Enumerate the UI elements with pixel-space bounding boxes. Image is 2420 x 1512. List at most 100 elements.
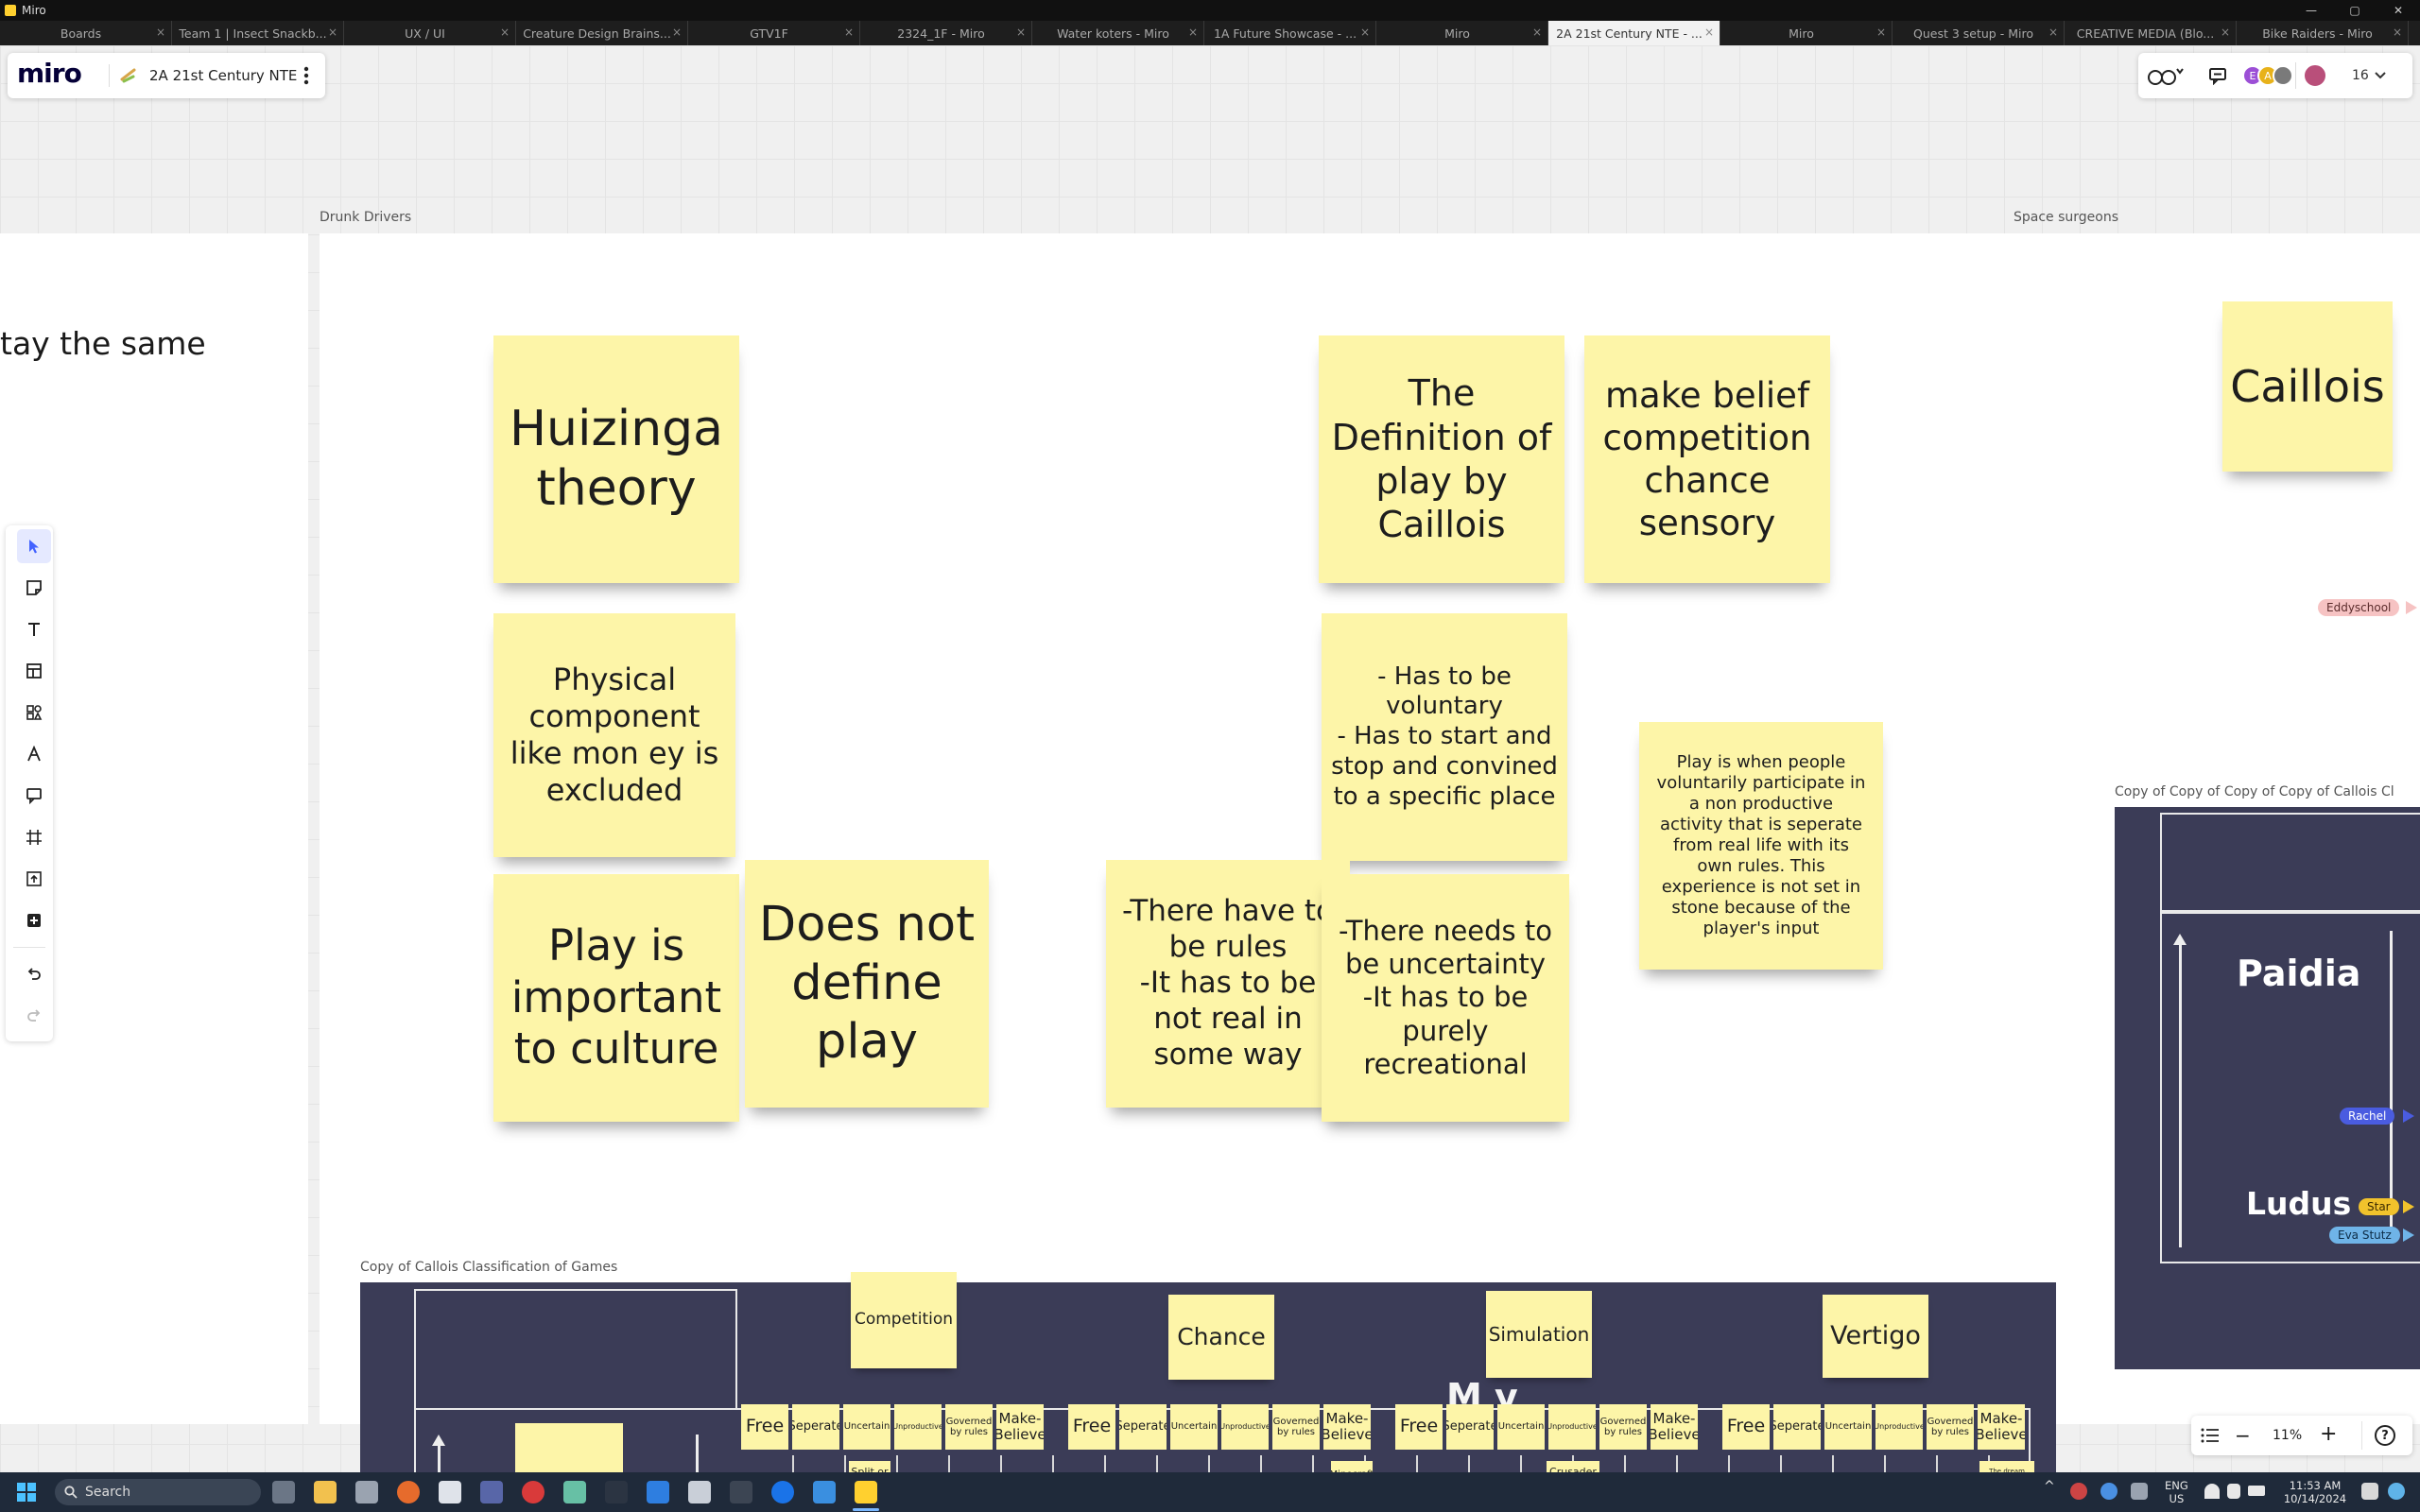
column-label-sticky[interactable]: Free [1722,1404,1770,1450]
app-icon[interactable] [563,1481,586,1503]
tab-close-icon[interactable]: × [672,26,682,39]
zoom-in-button[interactable]: + [2320,1422,2337,1446]
current-user-avatar[interactable] [2303,63,2327,88]
browser-tab[interactable]: Creature Design Brains... × [516,21,688,45]
upload-tool[interactable] [17,862,51,896]
column-label-sticky[interactable]: Make-Believe [996,1404,1044,1450]
sticky-caillois[interactable]: Caillois [2222,301,2393,472]
tray-app-icon[interactable] [2100,1483,2118,1500]
tab-close-icon[interactable]: × [1188,26,1198,39]
browser-tab[interactable]: Miro × [1376,21,1548,45]
column-label-sticky[interactable]: Free [741,1404,788,1450]
column-label-sticky[interactable]: Unproductive [894,1404,942,1450]
app-icon[interactable] [688,1481,711,1503]
pen-tool[interactable] [17,737,51,771]
close-window-button[interactable]: ✕ [2377,0,2420,21]
chevron-down-icon[interactable] [2375,71,2386,80]
browser-tab[interactable]: UX / UI × [344,21,516,45]
tab-close-icon[interactable]: × [1360,26,1370,39]
more-vertical-icon[interactable] [302,65,310,86]
tab-close-icon[interactable]: × [1876,26,1886,39]
column-label-sticky[interactable]: Governed by rules [1927,1404,1974,1450]
avatar[interactable] [2273,65,2293,86]
example-sticky[interactable]: The dream stages in mario vs sonic olymp… [1979,1461,2034,1472]
tab-close-icon[interactable]: × [844,26,854,39]
category-sticky[interactable]: Simulation [1486,1291,1592,1378]
board-outline-icon[interactable] [2201,1427,2220,1444]
browser-tab[interactable]: Quest 3 setup - Miro × [1893,21,2065,45]
column-label-sticky[interactable]: Governed by rules [945,1404,993,1450]
maximize-button[interactable]: ▢ [2333,0,2377,21]
column-label-sticky[interactable]: Make-Believe [1323,1404,1371,1450]
tab-close-icon[interactable]: × [2393,26,2402,39]
board-name[interactable]: 2A 21st Century NTE [149,67,297,84]
language-indicator[interactable]: ENG US [2165,1479,2188,1505]
column-label-sticky[interactable]: Make-Believe [1978,1404,2025,1450]
task-view-icon[interactable] [272,1481,295,1503]
frame-title-copy-callois[interactable]: Copy of Callois Classification of Games [360,1260,617,1275]
column-label-sticky[interactable]: Governed by rules [1599,1404,1647,1450]
sticky-does-not-define-play[interactable]: Does not define play [745,860,989,1108]
column-label-sticky[interactable]: Uncertain [843,1404,890,1450]
comment-icon[interactable] [2208,66,2227,85]
board-canvas[interactable]: tay the same Drunk Drivers Space surgeon… [0,45,2420,1472]
help-button[interactable]: ? [2375,1425,2395,1446]
tab-close-icon[interactable]: × [328,26,337,39]
minimize-button[interactable]: — [2290,0,2333,21]
browser-tab[interactable]: CREATIVE MEDIA (Blo... × [2065,21,2237,45]
chrome-icon[interactable] [771,1481,794,1503]
sticky-note-tool[interactable] [17,571,51,605]
battery-icon[interactable] [2248,1486,2265,1496]
clock[interactable]: 11:53 AM 10/14/2024 [2276,1479,2354,1505]
browser-tab[interactable]: 2324_1F - Miro × [860,21,1032,45]
undo-button[interactable] [17,956,51,990]
frame-tool[interactable] [17,820,51,854]
example-sticky[interactable]: Split or steal [849,1461,890,1472]
text-tool[interactable] [17,612,51,646]
browser-tab[interactable]: Boards × [0,21,172,45]
sticky-physical-component[interactable]: Physical component like mon ey is exclud… [493,613,735,857]
frame-title-copy-copy-callois[interactable]: Copy of Copy of Copy of Copy of Callois … [2115,784,2394,799]
comment-tool[interactable] [17,779,51,813]
category-sticky[interactable]: Competition [851,1272,957,1368]
template-tool[interactable] [17,654,51,688]
column-label-sticky[interactable]: Free [1068,1404,1115,1450]
browser-tab[interactable]: Team 1 | Insect Snackb... × [172,21,344,45]
app-icon[interactable] [522,1481,544,1503]
column-label-sticky[interactable]: Seperate [792,1404,839,1450]
column-label-sticky[interactable]: Seperate [1446,1404,1494,1450]
tab-close-icon[interactable]: × [1016,26,1026,39]
notepad-icon[interactable] [813,1481,836,1503]
tray-app-icon[interactable] [2131,1483,2148,1500]
column-label-sticky[interactable]: Unproductive [1548,1404,1596,1450]
frame-title-space-surgeons[interactable]: Space surgeons [2014,210,2118,225]
online-count[interactable]: 16 [2352,68,2369,83]
tab-close-icon[interactable]: × [2048,26,2058,39]
sticky-rules[interactable]: -There have to be rules -It has to be no… [1106,860,1350,1108]
example-sticky[interactable]: Crusader Kings [1547,1461,1599,1472]
app-icon[interactable] [730,1481,752,1503]
miro-logo[interactable]: miro [17,58,82,89]
tab-close-icon[interactable]: × [156,26,165,39]
browser-tab[interactable]: Miro × [1720,21,1893,45]
firefox-icon[interactable] [397,1481,420,1503]
tray-chevron-up-icon[interactable]: ^ [2044,1480,2055,1493]
tab-close-icon[interactable]: × [1532,26,1542,39]
tab-close-icon[interactable]: × [2221,26,2230,39]
column-label-sticky[interactable]: Uncertain [1824,1404,1872,1450]
redo-button[interactable] [17,998,51,1032]
miro-taskbar-icon[interactable] [855,1481,877,1503]
example-sticky[interactable]: Minecraft [1331,1461,1373,1472]
category-sticky[interactable]: Chance [1168,1295,1274,1380]
volume-icon[interactable] [2227,1484,2240,1499]
app-icon[interactable] [647,1481,669,1503]
tab-close-icon[interactable]: × [1704,26,1714,39]
column-label-sticky[interactable]: Make-Believe [1651,1404,1698,1450]
zoom-level[interactable]: 11% [2273,1428,2302,1443]
zoom-out-button[interactable]: − [2235,1424,2251,1447]
bottom-blank-sticky[interactable] [515,1423,623,1472]
column-label-sticky[interactable]: Free [1395,1404,1443,1450]
browser-tab[interactable]: Bike Raiders - Miro × [2237,21,2409,45]
column-label-sticky[interactable]: Uncertain [1497,1404,1545,1450]
column-label-sticky[interactable]: Seperate [1119,1404,1167,1450]
